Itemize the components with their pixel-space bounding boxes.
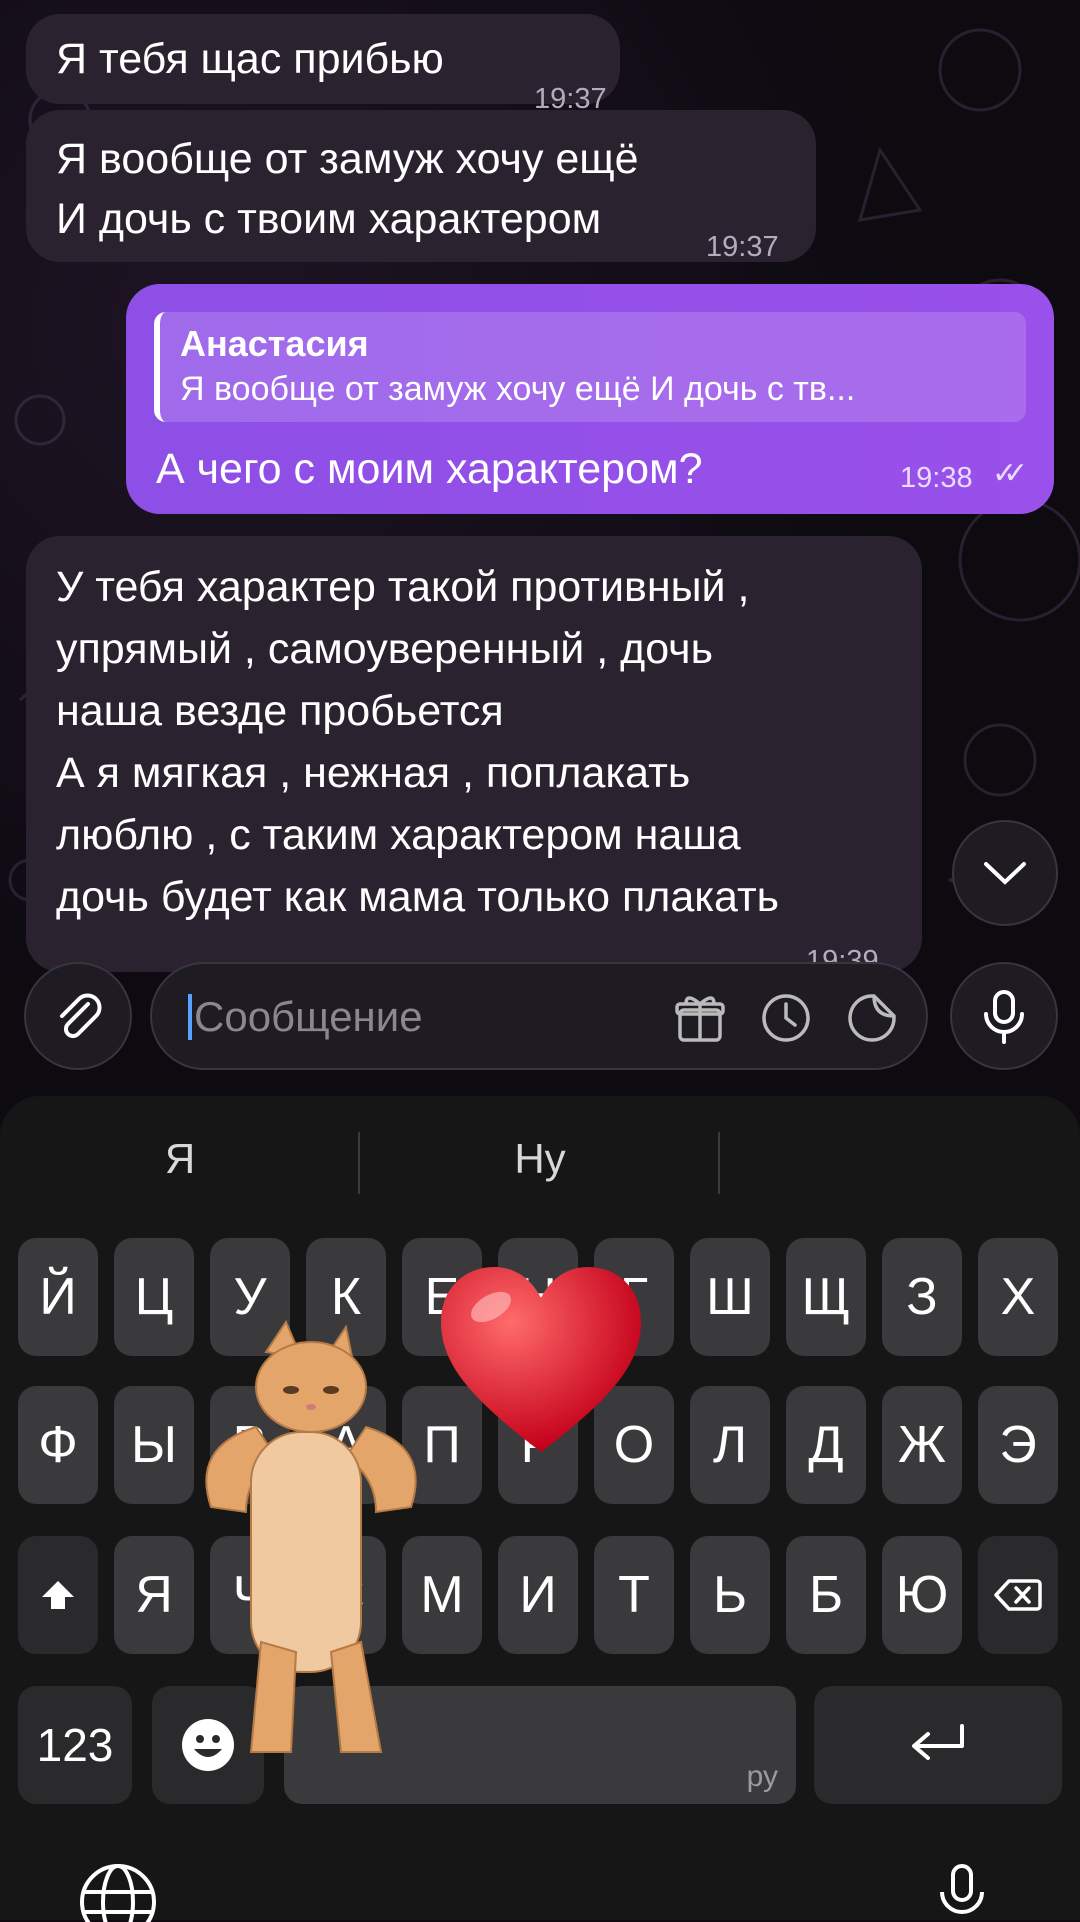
message-text-line-4: А я мягкая , нежная , поплакать — [56, 749, 691, 797]
key[interactable]: Ф — [18, 1386, 98, 1504]
message-incoming-2[interactable]: Я вообще от замуж хочу ещё И дочь с твои… — [26, 110, 816, 263]
dictation-microphone-icon[interactable] — [932, 1862, 992, 1922]
shift-key[interactable] — [18, 1536, 98, 1654]
message-time: 19:37 — [706, 231, 779, 263]
suggestion-divider — [358, 1132, 360, 1194]
key[interactable]: Щ — [786, 1238, 866, 1356]
shift-icon — [42, 1581, 74, 1609]
message-text: Я тебя щас прибью — [56, 35, 444, 83]
key[interactable]: Й — [18, 1238, 98, 1356]
globe-icon[interactable] — [78, 1862, 158, 1922]
gift-icon[interactable] — [672, 990, 728, 1046]
key[interactable]: Т — [594, 1536, 674, 1654]
message-incoming-1[interactable]: Я тебя щас прибью 19:37 — [26, 14, 620, 115]
key[interactable]: Э — [978, 1386, 1058, 1504]
numbers-key[interactable]: 123 — [18, 1686, 132, 1804]
scroll-down-button[interactable] — [952, 820, 1058, 926]
backspace-key[interactable] — [978, 1536, 1058, 1654]
key[interactable]: Ж — [882, 1386, 962, 1504]
message-text-line-3: наша везде пробьется — [56, 687, 504, 735]
key[interactable]: Х — [978, 1238, 1058, 1356]
message-text-line-5: люблю , с таким характером наша — [56, 811, 741, 859]
return-icon — [912, 1724, 964, 1760]
message-text-line-6: дочь будет как мама только плакать — [56, 873, 780, 921]
suggestion-2[interactable]: Ну — [460, 1135, 620, 1183]
chevron-down-icon — [984, 862, 1026, 885]
voice-message-button[interactable] — [950, 962, 1058, 1070]
key[interactable]: Ю — [882, 1536, 962, 1654]
key[interactable]: З — [882, 1238, 962, 1356]
reply-quote[interactable]: Анастасия Я вообще от замуж хочу ещё И д… — [154, 312, 1026, 422]
message-text-line-2: И дочь с твоим характером — [56, 195, 602, 243]
key[interactable]: Ы — [114, 1386, 194, 1504]
dancing-cat-sticker — [205, 1319, 417, 1753]
message-text-line-2: упрямый , самоуверенный , дочь — [56, 625, 713, 673]
key[interactable]: Б — [786, 1536, 866, 1654]
space-language-label: ру — [746, 1760, 778, 1793]
reply-snippet: Я вообще от замуж хочу ещё И дочь с тв..… — [180, 370, 856, 408]
key[interactable]: Я — [114, 1536, 194, 1654]
message-outgoing-reply[interactable]: Анастасия Я вообще от замуж хочу ещё И д… — [126, 284, 1054, 514]
key[interactable]: Л — [690, 1386, 770, 1504]
paperclip-icon — [60, 993, 102, 1039]
message-text: А чего с моим характером? — [156, 445, 703, 493]
backspace-icon — [994, 1579, 1042, 1611]
reply-author: Анастасия — [180, 323, 369, 364]
microphone-icon — [984, 990, 1024, 1044]
message-time: 19:38 — [900, 462, 973, 494]
message-text-line-1: Я вообще от замуж хочу ещё — [56, 135, 639, 183]
message-incoming-4[interactable]: У тебя характер такой противный , упрямы… — [26, 536, 922, 977]
suggestion-divider — [718, 1132, 720, 1194]
sticker-icon[interactable] — [844, 990, 900, 1046]
message-input[interactable]: Сообщение — [150, 962, 928, 1070]
timer-icon[interactable] — [758, 990, 814, 1046]
key[interactable]: Д — [786, 1386, 866, 1504]
read-check-icon: ✓✓ — [992, 457, 1028, 490]
message-input-placeholder: Сообщение — [188, 994, 423, 1040]
return-key[interactable] — [814, 1686, 1062, 1804]
message-text-line-1: У тебя характер такой противный , — [56, 563, 750, 611]
attach-button[interactable] — [24, 962, 132, 1070]
key[interactable]: Ш — [690, 1238, 770, 1356]
key[interactable]: Ь — [690, 1536, 770, 1654]
key[interactable]: Ц — [114, 1238, 194, 1356]
heart-emoji — [441, 1267, 641, 1452]
key[interactable]: И — [498, 1536, 578, 1654]
suggestion-1[interactable]: Я — [100, 1135, 260, 1183]
